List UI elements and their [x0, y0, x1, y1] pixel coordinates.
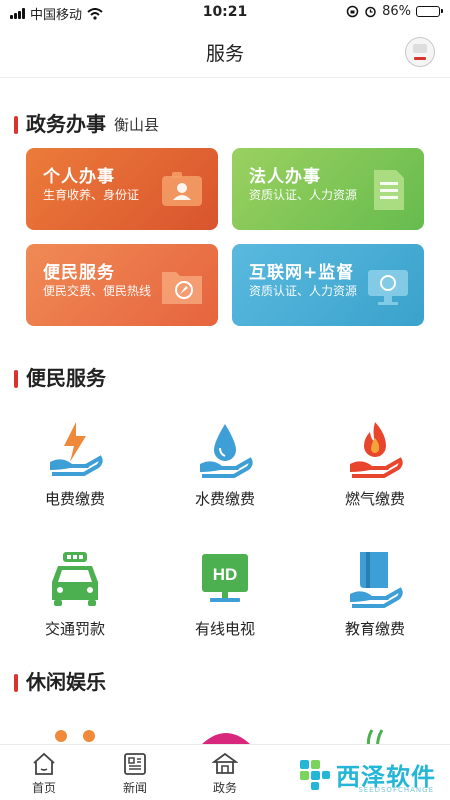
- alarm-icon: [365, 6, 376, 18]
- card-internet-supervision[interactable]: 互联网+监督 资质认证、人力资源: [232, 244, 424, 326]
- watermark-logo-icon: [300, 759, 330, 790]
- status-bar: 中国移动 10:21 86%: [0, 0, 450, 26]
- tab-home[interactable]: 首页: [14, 751, 74, 796]
- service-cable-tv[interactable]: HD 有线电视: [150, 550, 300, 639]
- home-icon: [33, 752, 55, 775]
- location-label: 衡山县: [114, 116, 160, 134]
- tab-label: 首页: [31, 781, 56, 795]
- card-title: 个人办事: [43, 167, 115, 187]
- watermark-subtext: SEEDSOFCHANGE: [358, 786, 434, 794]
- government-icon: [212, 752, 238, 774]
- svg-text:HD: HD: [213, 565, 238, 584]
- section-accent-bar: [14, 116, 18, 134]
- card-desc: 生育收养、身份证: [43, 188, 140, 202]
- card-title: 便民服务: [43, 263, 115, 283]
- card-desc: 资质认证、人力资源: [249, 188, 358, 202]
- card-legal-person-affairs[interactable]: 法人办事 资质认证、人力资源: [232, 148, 424, 230]
- card-title: 互联网+监督: [249, 263, 355, 283]
- id-card-icon: [162, 172, 202, 206]
- water-drop-hand-icon: [200, 424, 253, 478]
- tab-government[interactable]: 政务: [195, 751, 255, 796]
- gov-section-header: 政务办事 衡山县: [14, 108, 159, 137]
- service-label: 电费缴费: [44, 490, 105, 508]
- bottom-tab-bar: 首页 新闻 政务 西泽软件 SEEDSOFCHANGE: [0, 744, 450, 800]
- page-title: 服务: [205, 43, 244, 65]
- section-title-services: 便民服务: [26, 366, 106, 390]
- folder-compass-icon: [162, 272, 202, 304]
- tab-news[interactable]: 新闻: [105, 751, 165, 796]
- service-label: 燃气缴费: [344, 490, 405, 508]
- rotation-lock-icon: [346, 5, 359, 18]
- avatar[interactable]: [405, 37, 435, 67]
- status-right: 86%: [346, 4, 443, 19]
- service-label: 教育缴费: [344, 620, 405, 638]
- gas-flame-hand-icon: [350, 422, 403, 478]
- service-label: 水费缴费: [194, 490, 255, 508]
- tab-label: 新闻: [122, 781, 147, 795]
- battery-icon: [416, 6, 443, 17]
- section-title-gov: 政务办事: [26, 112, 106, 136]
- service-water[interactable]: 水费缴费: [150, 420, 300, 509]
- electricity-hand-icon: [50, 422, 103, 476]
- card-personal-affairs[interactable]: 个人办事 生育收养、身份证: [26, 148, 218, 230]
- service-label: 有线电视: [194, 620, 255, 638]
- service-gas[interactable]: 燃气缴费: [300, 420, 450, 509]
- watermark: 西泽软件 SEEDSOFCHANGE: [298, 757, 436, 794]
- car-icon: [52, 552, 98, 606]
- tv-hd-icon: HD: [202, 554, 248, 602]
- monitor-icon: [368, 270, 408, 305]
- battery-percent: 86%: [382, 4, 411, 19]
- section-accent-bar: [14, 370, 18, 388]
- card-desc: 资质认证、人力资源: [249, 284, 358, 298]
- tab-label: 政务: [212, 781, 237, 795]
- document-icon: [374, 170, 404, 210]
- news-icon: [124, 753, 146, 775]
- nav-bar: 服务: [0, 26, 450, 78]
- section-accent-bar: [14, 674, 18, 692]
- service-electricity[interactable]: 电费缴费: [0, 420, 150, 509]
- service-section-header: 便民服务: [14, 362, 106, 391]
- section-title-leisure: 休闲娱乐: [26, 670, 106, 694]
- card-convenience-services[interactable]: 便民服务 便民交费、便民热线: [26, 244, 218, 326]
- service-label: 交通罚款: [44, 620, 105, 638]
- service-traffic-fine[interactable]: 交通罚款: [0, 550, 150, 639]
- card-desc: 便民交费、便民热线: [43, 284, 152, 298]
- book-hand-icon: [350, 552, 403, 608]
- service-education[interactable]: 教育缴费: [300, 550, 450, 639]
- leisure-section-header: 休闲娱乐: [14, 666, 106, 695]
- card-title: 法人办事: [249, 167, 321, 187]
